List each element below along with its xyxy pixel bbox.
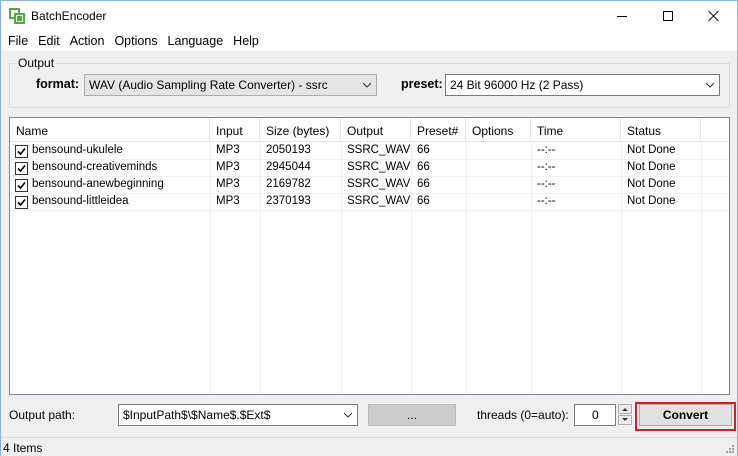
cell-status: Not Done [627,144,676,156]
menu-bar: File Edit Action Options Language Help [1,31,737,51]
chevron-down-icon [706,82,714,88]
close-button[interactable] [691,1,737,31]
output-path-label: Output path: [9,408,76,422]
maximize-button[interactable] [645,1,691,31]
output-path-value: $InputPath$\$Name$.$Ext$ [123,408,271,422]
app-icon [9,8,25,24]
close-icon [708,10,720,22]
title-bar: BatchEncoder [1,1,737,31]
browse-button[interactable]: ... [368,404,456,426]
table-row[interactable]: bensound-creativeminds MP3 2945044 SSRC_… [10,160,729,177]
column-options[interactable]: Options [466,118,531,142]
row-checkbox[interactable] [15,196,28,209]
cell-output: SSRC_WAV [347,144,411,156]
table-row[interactable]: bensound-anewbeginning MP3 2169782 SSRC_… [10,177,729,194]
column-output[interactable]: Output [341,118,411,142]
menu-edit[interactable]: Edit [33,32,65,50]
output-path-combo[interactable]: $InputPath$\$Name$.$Ext$ [118,404,358,426]
file-list[interactable]: Name Input Size (bytes) Output Preset# O… [9,117,730,395]
maximize-icon [663,11,673,21]
status-items-count: 4 Items [3,441,43,455]
output-group: Output format: WAV (Audio Sampling Rate … [9,56,730,108]
threads-stepper[interactable] [618,404,632,426]
main-window: BatchEncoder File Edit Action Options La… [0,0,738,456]
threads-input[interactable]: 0 [574,404,616,426]
cell-preset: 66 [417,161,430,173]
chevron-down-icon [344,412,352,418]
threads-label: threads (0=auto): [477,408,569,422]
checkmark-icon [17,198,26,207]
preset-select[interactable]: 24 Bit 96000 Hz (2 Pass) [445,74,720,96]
menu-file[interactable]: File [3,32,33,50]
preset-label: preset: [401,77,443,91]
resize-grip-icon[interactable] [725,444,735,454]
cell-name: bensound-littleidea [32,195,129,207]
menu-action[interactable]: Action [65,32,110,50]
threads-value: 0 [592,408,599,422]
chevron-down-icon [363,82,371,88]
cell-status: Not Done [627,161,676,173]
cell-input: MP3 [216,144,240,156]
column-input[interactable]: Input [210,118,260,142]
row-checkbox[interactable] [15,179,28,192]
table-row[interactable]: bensound-littleidea MP3 2370193 SSRC_WAV… [10,194,729,211]
cell-input: MP3 [216,195,240,207]
cell-name: bensound-ukulele [32,144,123,156]
window-title: BatchEncoder [31,9,107,23]
cell-size: 2169782 [266,178,311,190]
list-body: bensound-ukulele MP3 2050193 SSRC_WAV 66… [10,143,729,394]
cell-size: 2370193 [266,195,311,207]
menu-help[interactable]: Help [228,32,264,50]
minimize-button[interactable] [599,1,645,31]
cell-time: --:-- [537,161,556,173]
cell-status: Not Done [627,195,676,207]
cell-input: MP3 [216,178,240,190]
format-select[interactable]: WAV (Audio Sampling Rate Converter) - ss… [84,74,377,96]
format-label: format: [36,77,80,91]
cell-size: 2945044 [266,161,311,173]
column-status[interactable]: Status [621,118,701,142]
cell-time: --:-- [537,144,556,156]
checkmark-icon [17,147,26,156]
list-header: Name Input Size (bytes) Output Preset# O… [10,118,729,142]
cell-preset: 66 [417,144,430,156]
table-row[interactable]: bensound-ukulele MP3 2050193 SSRC_WAV 66… [10,143,729,160]
stepper-down-icon[interactable] [618,415,632,425]
cell-status: Not Done [627,178,676,190]
format-select-value: WAV (Audio Sampling Rate Converter) - ss… [89,78,328,92]
cell-preset: 66 [417,178,430,190]
status-bar: 4 Items [1,437,737,456]
column-size[interactable]: Size (bytes) [260,118,341,142]
cell-preset: 66 [417,195,430,207]
preset-select-value: 24 Bit 96000 Hz (2 Pass) [450,78,584,92]
menu-language[interactable]: Language [163,32,229,50]
stepper-up-icon[interactable] [618,404,632,414]
row-checkbox[interactable] [15,145,28,158]
checkmark-icon [17,164,26,173]
cell-time: --:-- [537,178,556,190]
cell-output: SSRC_WAV [347,161,411,173]
cell-output: SSRC_WAV [347,195,411,207]
cell-name: bensound-anewbeginning [32,178,164,190]
menu-options[interactable]: Options [109,32,162,50]
column-time[interactable]: Time [531,118,621,142]
output-group-label: Output [16,56,57,70]
column-preset[interactable]: Preset# [411,118,466,142]
cell-name: bensound-creativeminds [32,161,158,173]
cell-time: --:-- [537,195,556,207]
row-checkbox[interactable] [15,162,28,175]
cell-size: 2050193 [266,144,311,156]
column-name[interactable]: Name [10,118,210,142]
minimize-icon [617,15,627,17]
checkmark-icon [17,181,26,190]
cell-input: MP3 [216,161,240,173]
convert-button[interactable]: Convert [639,404,732,426]
cell-output: SSRC_WAV [347,178,411,190]
